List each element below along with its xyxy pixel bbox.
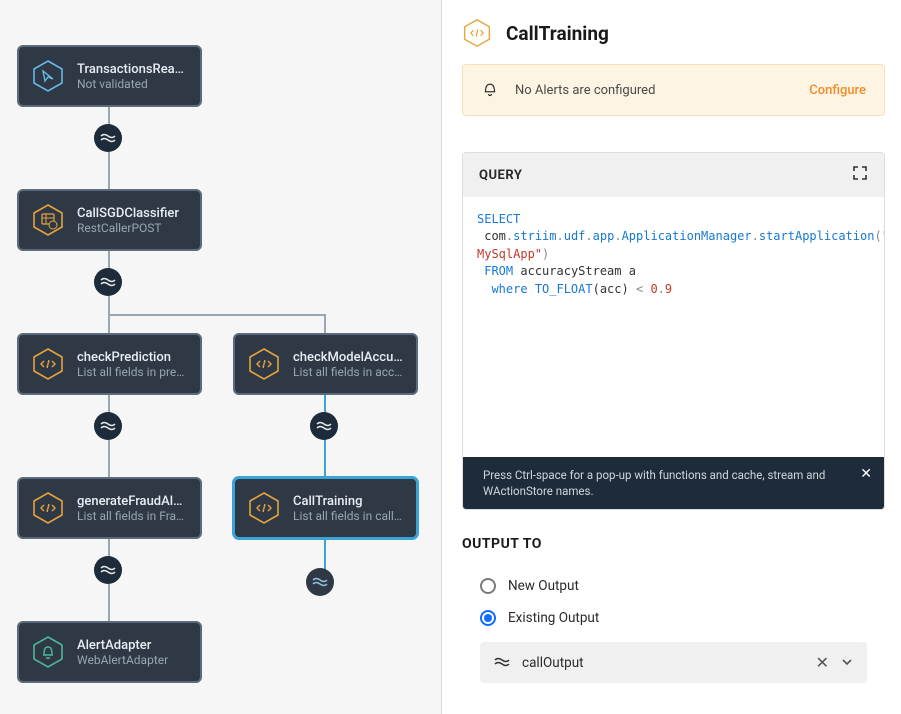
clear-icon[interactable]: ✕ (816, 653, 829, 672)
output-selected-value: callOutput (522, 655, 804, 671)
configure-alerts-link[interactable]: Configure (809, 83, 866, 98)
node-sgd-classifier[interactable]: CallSGDClassifier RestCallerPOST (17, 189, 202, 251)
grid-icon (31, 203, 65, 237)
close-icon[interactable]: ✕ (860, 465, 872, 485)
node-subtitle: Not validated (77, 77, 188, 91)
query-label: QUERY (479, 168, 522, 183)
radio-icon (480, 578, 496, 594)
code-icon (31, 347, 65, 381)
radio-icon (480, 610, 496, 626)
detail-panel: CallTraining No Alerts are configured Co… (441, 0, 901, 714)
query-editor[interactable]: SELECT com.striim.udf.app.ApplicationMan… (463, 197, 884, 457)
query-panel: QUERY SELECT com.striim.udf.app.Applicat… (462, 152, 885, 510)
stream-icon[interactable] (94, 556, 122, 584)
node-title: checkModelAccuracy (293, 350, 404, 365)
node-title: checkPrediction (77, 350, 188, 365)
page-title: CallTraining (506, 22, 609, 45)
node-title: generateFraudAlert (77, 494, 188, 509)
node-subtitle: List all fields in accurac… (293, 365, 404, 379)
radio-new-output[interactable]: New Output (462, 570, 885, 602)
radio-label: Existing Output (508, 610, 599, 626)
node-check-prediction[interactable]: checkPrediction List all fields in predS… (17, 333, 202, 395)
radio-existing-output[interactable]: Existing Output (462, 602, 885, 634)
stream-icon[interactable] (310, 412, 338, 440)
flow-canvas[interactable]: TransactionsReader Not validated CallSGD… (0, 0, 441, 714)
stream-icon (494, 653, 510, 672)
node-title: AlertAdapter (77, 638, 188, 653)
bell-icon (481, 79, 499, 101)
stream-icon[interactable] (306, 568, 334, 596)
node-title: TransactionsReader (77, 62, 188, 77)
expand-icon[interactable] (852, 165, 868, 185)
stream-icon[interactable] (94, 412, 122, 440)
node-subtitle: WebAlertAdapter (77, 653, 188, 667)
node-call-training[interactable]: CallTraining List all fields in callOutp… (233, 477, 418, 539)
cursor-icon (31, 59, 65, 93)
code-icon (247, 491, 281, 525)
output-section: OUTPUT TO New Output Existing Output cal… (462, 536, 885, 683)
node-transactions-reader[interactable]: TransactionsReader Not validated (17, 45, 202, 107)
stream-icon[interactable] (94, 124, 122, 152)
node-alert-adapter[interactable]: AlertAdapter WebAlertAdapter (17, 621, 202, 683)
code-icon (31, 491, 65, 525)
node-subtitle: List all fields in callOutput (293, 509, 404, 523)
output-select[interactable]: callOutput ✕ (480, 642, 867, 683)
node-subtitle: List all fields in FraudAl… (77, 509, 188, 523)
alerts-bar: No Alerts are configured Configure (462, 64, 885, 116)
code-icon (247, 347, 281, 381)
node-check-accuracy[interactable]: checkModelAccuracy List all fields in ac… (233, 333, 418, 395)
stream-icon[interactable] (94, 268, 122, 296)
node-subtitle: List all fields in predStr… (77, 365, 188, 379)
node-title: CallSGDClassifier (77, 206, 188, 221)
query-hint: Press Ctrl-space for a pop-up with funct… (463, 457, 884, 509)
code-icon (462, 18, 492, 48)
node-subtitle: RestCallerPOST (77, 221, 188, 235)
node-title: CallTraining (293, 494, 404, 509)
chevron-down-icon[interactable] (841, 653, 853, 672)
node-generate-fraud-alert[interactable]: generateFraudAlert List all fields in Fr… (17, 477, 202, 539)
alerts-message: No Alerts are configured (515, 83, 793, 98)
radio-label: New Output (508, 578, 579, 594)
bell-icon (31, 635, 65, 669)
output-heading: OUTPUT TO (462, 536, 885, 552)
